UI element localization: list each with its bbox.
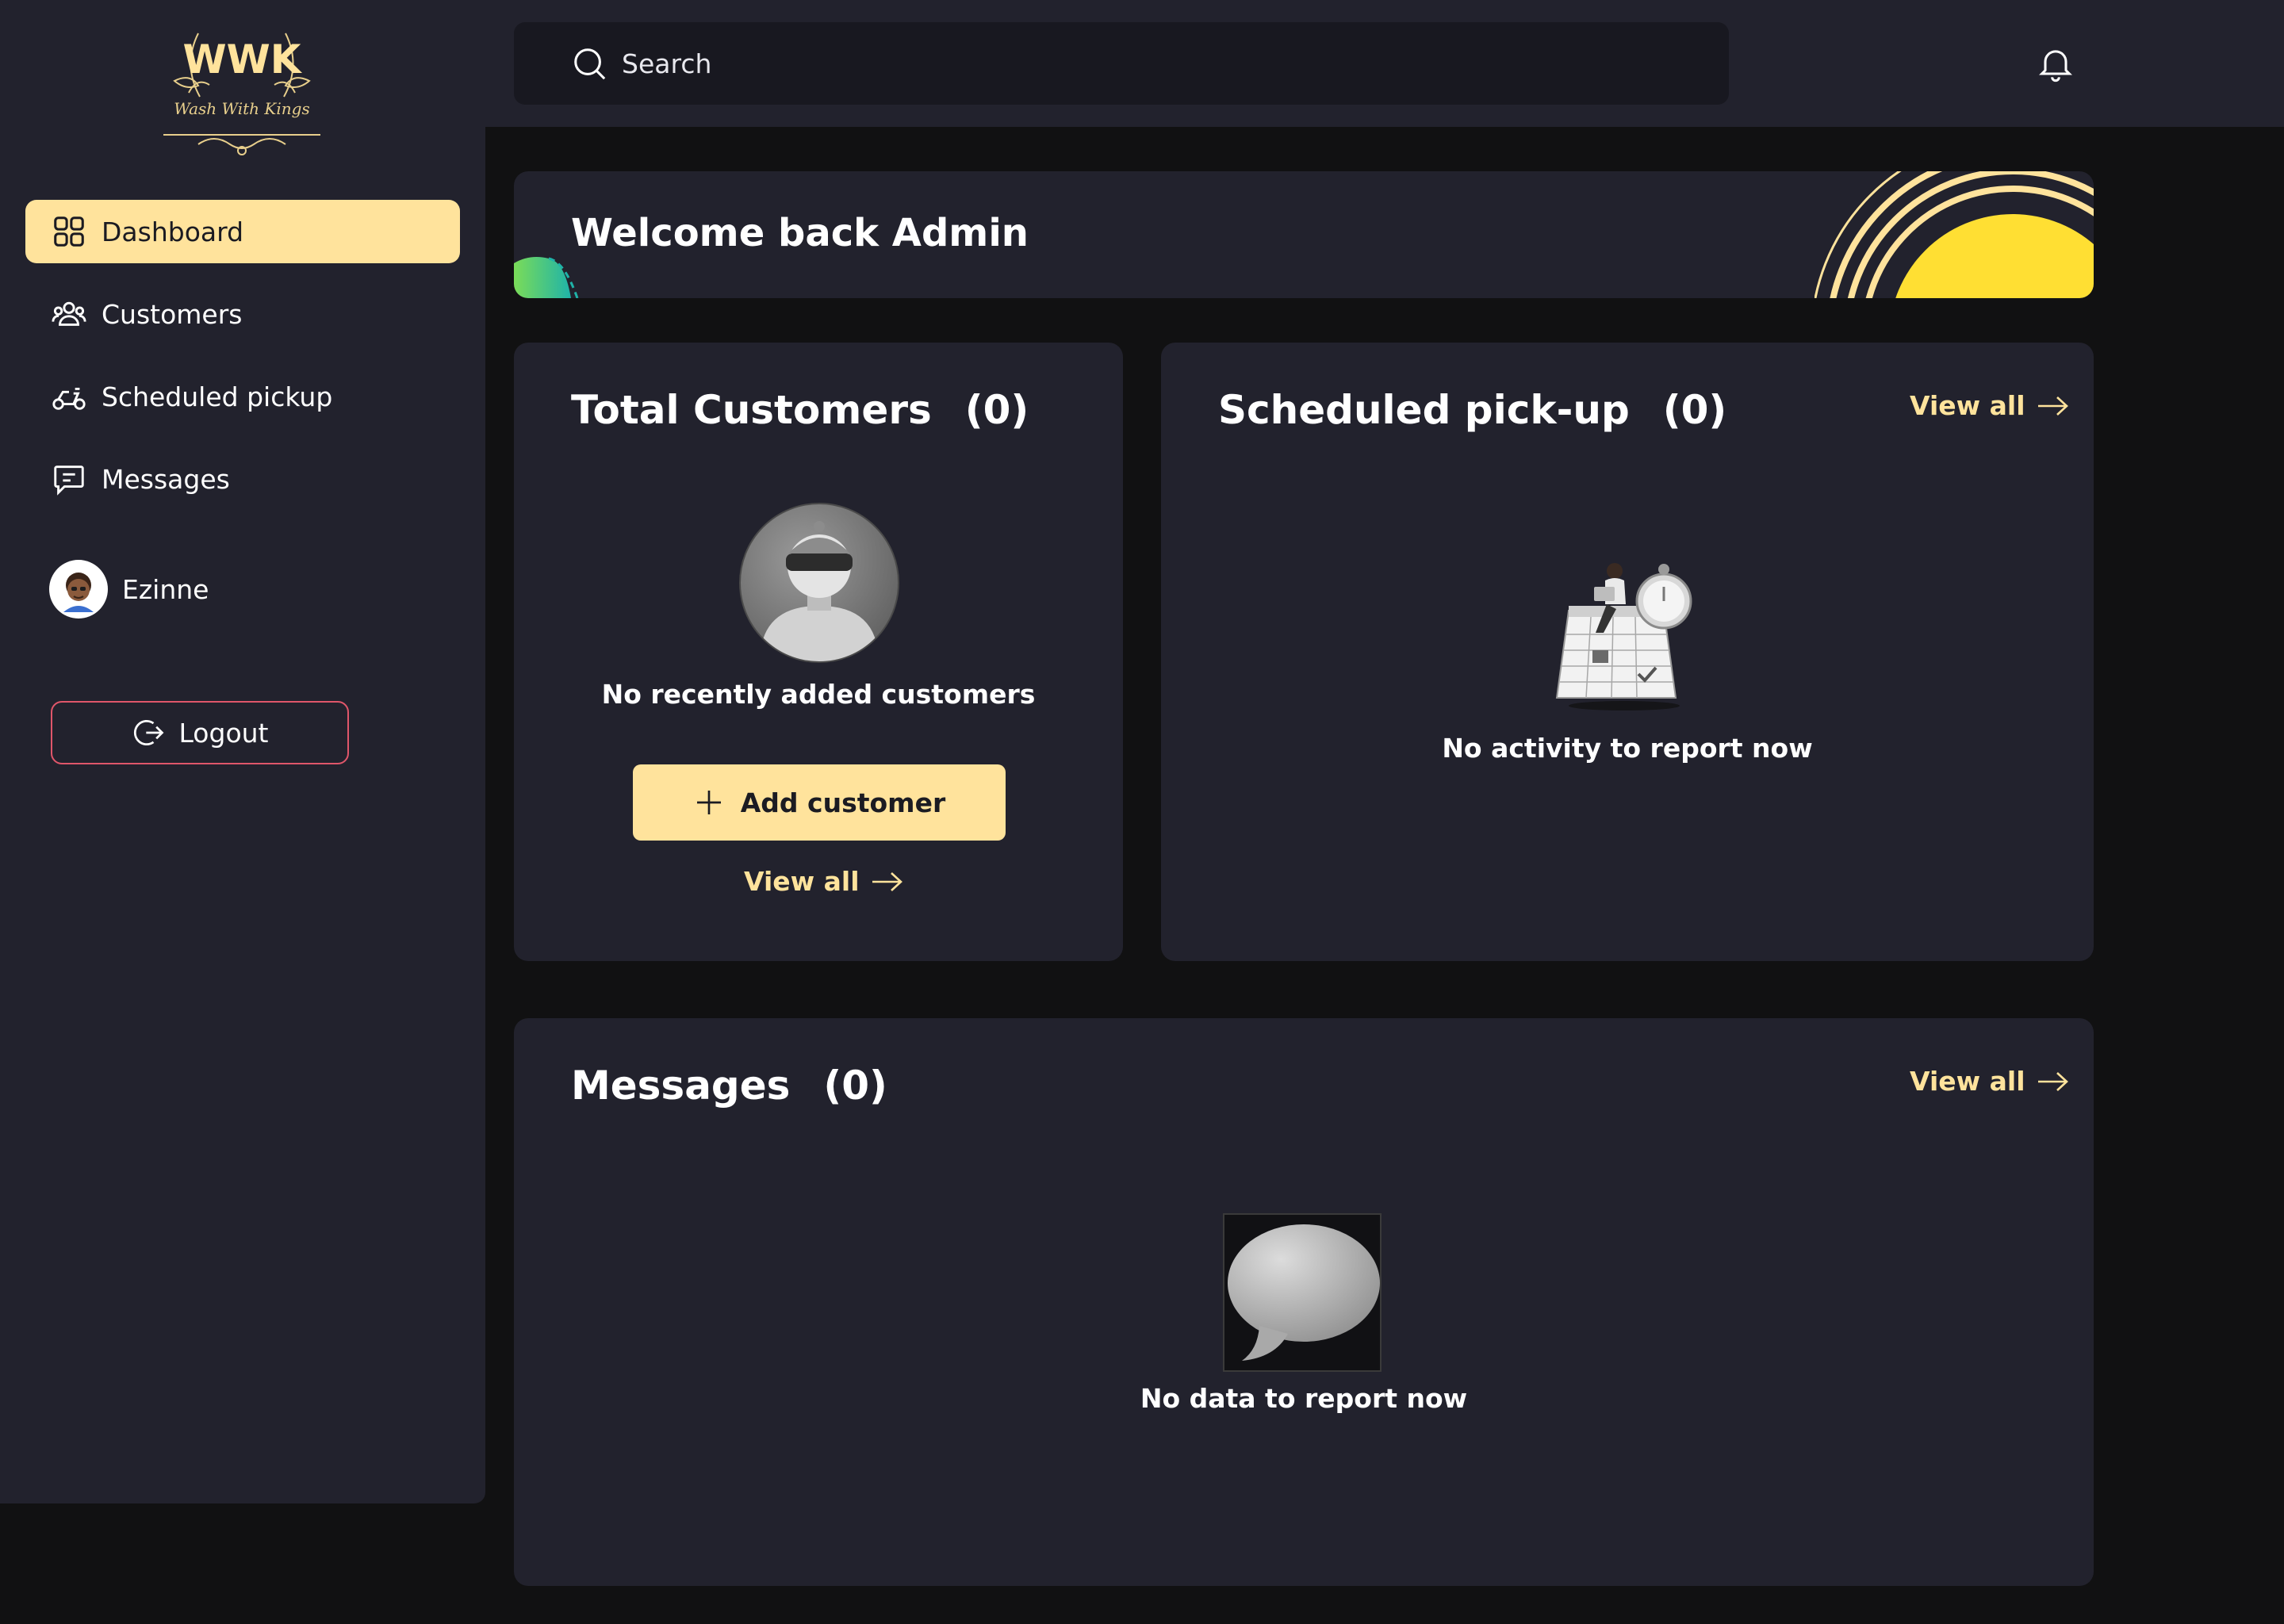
logout-icon [133,719,163,746]
search-icon [574,48,606,80]
logo-mark: WWK [182,36,302,82]
pickup-count: (0) [1662,387,1727,433]
user-profile[interactable]: Ezinne [49,560,209,619]
dashboard-page: WWK Wash With Kings Dashboard Customers [0,0,2284,1624]
card-title: Messages (0) [571,1063,887,1109]
add-customer-button[interactable]: Add customer [633,764,1006,841]
customers-view-all-link[interactable]: View all [744,866,904,897]
grid-icon [54,216,84,247]
sidebar-item-label: Dashboard [102,216,244,247]
chat-bubble-illustration [1223,1213,1382,1372]
avatar [49,560,108,619]
scooter-icon [52,387,86,410]
sidebar-item-messages[interactable]: Messages [25,447,460,511]
messages-card: Messages (0) View all No data to report n… [514,1018,2094,1586]
sidebar-item-scheduled-pickup[interactable]: Scheduled pickup [25,365,460,428]
search-bar[interactable] [514,22,1729,105]
plus-icon [696,791,721,814]
sidebar-item-dashboard[interactable]: Dashboard [25,200,460,263]
arrow-right-icon [872,871,902,891]
add-customer-label: Add customer [740,787,946,818]
brand-logo[interactable]: WWK Wash With Kings [151,17,333,157]
total-customers-card: Total Customers (0) No recently added cus… [514,343,1123,961]
view-all-label: View all [1910,1066,2025,1097]
messages-count: (0) [823,1063,887,1109]
sidebar: WWK Wash With Kings Dashboard Customers [0,0,485,1503]
messages-title: Messages [571,1063,791,1109]
customers-count: (0) [964,387,1029,433]
pickup-empty-text: No activity to report now [1442,733,1813,764]
sidebar-item-label: Customers [102,298,243,330]
pickup-title: Scheduled pick-up [1218,387,1630,433]
arrow-right-icon [2037,1071,2068,1091]
messages-empty-text: No data to report now [1140,1383,1468,1414]
wave-decoration [514,257,579,298]
profile-name: Ezinne [122,573,209,605]
pickup-view-all-link[interactable]: View all [1910,390,2070,421]
logo-text: Wash With Kings [174,99,309,118]
sun-decoration [1815,171,2094,298]
bell-icon[interactable] [2035,41,2076,86]
scheduled-pickup-card: Scheduled pick-up (0) View all No activi… [1161,343,2094,961]
customers-title: Total Customers [571,387,932,433]
logout-label: Logout [178,717,269,749]
welcome-banner: Welcome back Admin [514,171,2094,298]
view-all-label: View all [744,866,860,897]
calendar-illustration [1555,563,1692,710]
users-icon [52,301,86,326]
card-title: Scheduled pick-up (0) [1218,387,1726,433]
view-all-label: View all [1910,390,2025,421]
card-title: Total Customers (0) [571,387,1029,433]
messages-view-all-link[interactable]: View all [1910,1066,2070,1097]
customers-empty-text: No recently added customers [601,679,1036,710]
arrow-right-icon [2037,396,2068,416]
sidebar-item-label: Messages [102,463,230,495]
logout-button[interactable]: Logout [51,701,349,764]
welcome-title: Welcome back Admin [571,211,1029,255]
search-input[interactable] [622,48,1653,79]
sidebar-item-customers[interactable]: Customers [25,282,460,346]
message-icon [54,465,84,496]
sidebar-item-label: Scheduled pickup [102,381,333,412]
customer-placeholder-icon [739,503,899,663]
